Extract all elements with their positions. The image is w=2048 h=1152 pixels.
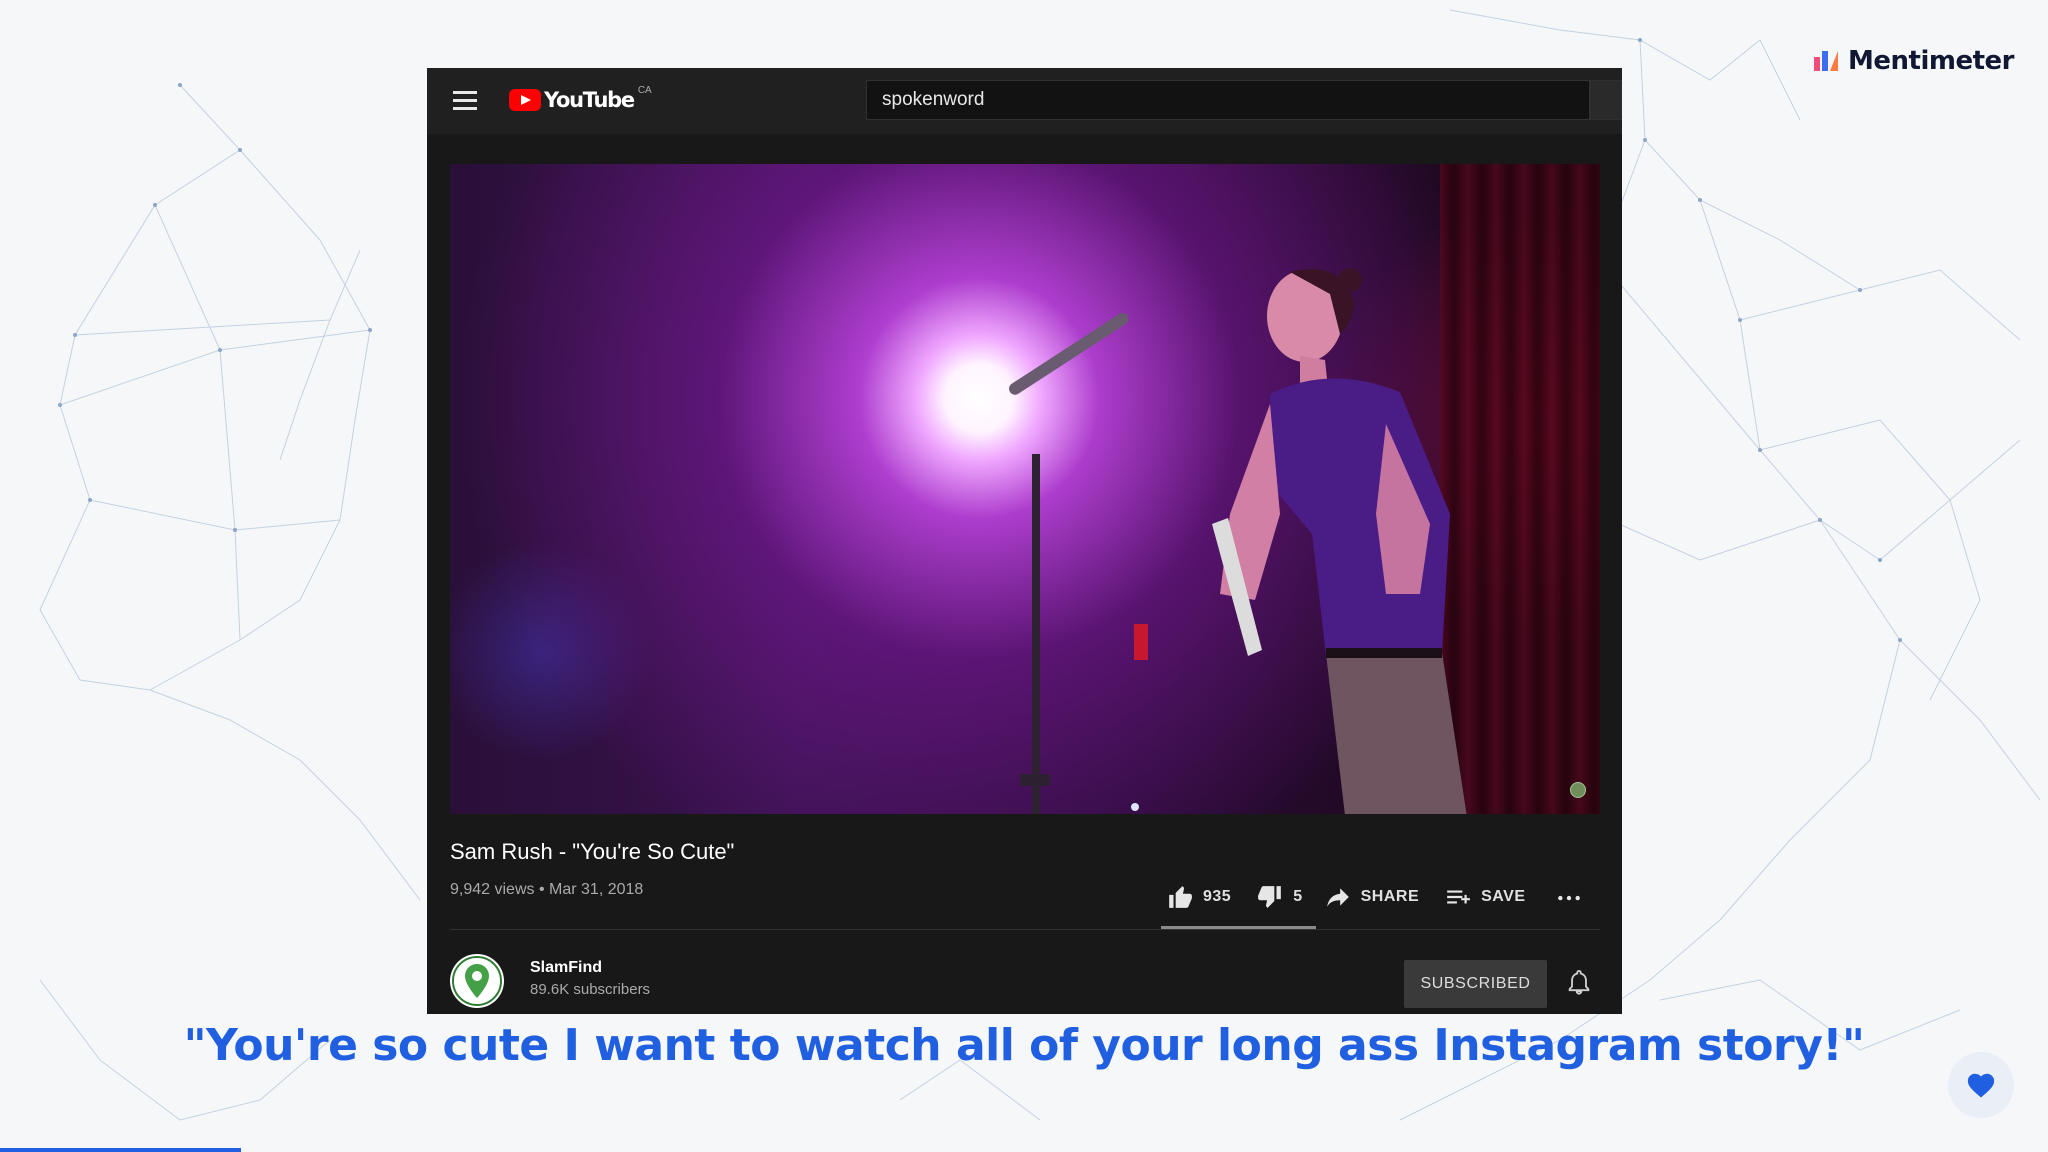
search-button[interactable] xyxy=(1590,80,1622,120)
youtube-wordmark: YouTube xyxy=(544,88,635,112)
mentimeter-logo: Mentimeter xyxy=(1814,46,2014,76)
bell-icon[interactable] xyxy=(1565,968,1593,996)
meta-separator: • xyxy=(538,881,545,898)
youtube-header: YouTube CA spokenword xyxy=(427,68,1622,134)
microphone xyxy=(1006,310,1131,398)
mentimeter-wordmark: Mentimeter xyxy=(1848,46,2014,76)
location-pin-icon xyxy=(452,956,502,1006)
channel-name[interactable]: SlamFind xyxy=(530,959,602,977)
save-button[interactable]: SAVE xyxy=(1445,884,1525,910)
video-actions: 935 5 SHARE SAVE xyxy=(1167,882,1582,912)
like-count: 935 xyxy=(1203,888,1232,905)
thumbs-up-icon xyxy=(1169,886,1192,908)
mentimeter-mark-icon xyxy=(1814,51,1839,71)
channel-watermark-icon[interactable] xyxy=(1570,782,1586,798)
heart-reaction-button[interactable] xyxy=(1948,1052,2014,1118)
share-arrow-icon xyxy=(1326,888,1349,907)
heart-icon xyxy=(1967,1073,1995,1098)
share-label: SHARE xyxy=(1360,888,1420,905)
mic-stand-base xyxy=(1020,774,1050,786)
more-actions-button[interactable] xyxy=(1556,884,1582,910)
slide-progress-bar xyxy=(0,1148,241,1152)
video-title: Sam Rush - "You're So Cute" xyxy=(450,839,735,864)
search-input[interactable]: spokenword xyxy=(866,80,1590,120)
view-count: 9,942 views xyxy=(450,881,535,898)
region-code: CA xyxy=(637,84,652,96)
exit-sign xyxy=(1134,624,1148,660)
dislike-count: 5 xyxy=(1293,888,1303,905)
upload-date: Mar 31, 2018 xyxy=(549,881,644,898)
youtube-window: YouTube CA spokenword Sam Rush - "You're… xyxy=(427,68,1622,1014)
youtube-play-icon xyxy=(509,89,541,111)
channel-avatar[interactable] xyxy=(450,954,504,1008)
presentation-slide: Mentimeter YouTube CA spokenword Sam Rus… xyxy=(0,0,2048,1152)
subscriber-count: 89.6K subscribers xyxy=(530,981,651,998)
like-button[interactable]: 935 xyxy=(1167,884,1231,910)
share-button[interactable]: SHARE xyxy=(1325,884,1420,910)
playlist-add-icon xyxy=(1447,890,1471,904)
thumbs-down-icon xyxy=(1258,886,1282,908)
divider xyxy=(450,929,1600,930)
performer-silhouette xyxy=(1212,268,1467,814)
video-player[interactable] xyxy=(450,164,1600,814)
hamburger-menu-icon[interactable] xyxy=(453,91,477,110)
video-meta: 9,942 views • Mar 31, 2018 xyxy=(450,881,643,899)
progress-scrubber[interactable] xyxy=(1131,803,1139,811)
subscribed-button[interactable]: SUBSCRIBED xyxy=(1404,960,1547,1008)
youtube-logo[interactable]: YouTube CA xyxy=(509,84,652,112)
dislike-button[interactable]: 5 xyxy=(1257,884,1302,910)
mic-stand xyxy=(1032,454,1040,814)
quote-caption: "You're so cute I want to watch all of y… xyxy=(183,1020,1865,1071)
save-label: SAVE xyxy=(1481,888,1526,905)
more-horizontal-icon xyxy=(1557,895,1580,901)
